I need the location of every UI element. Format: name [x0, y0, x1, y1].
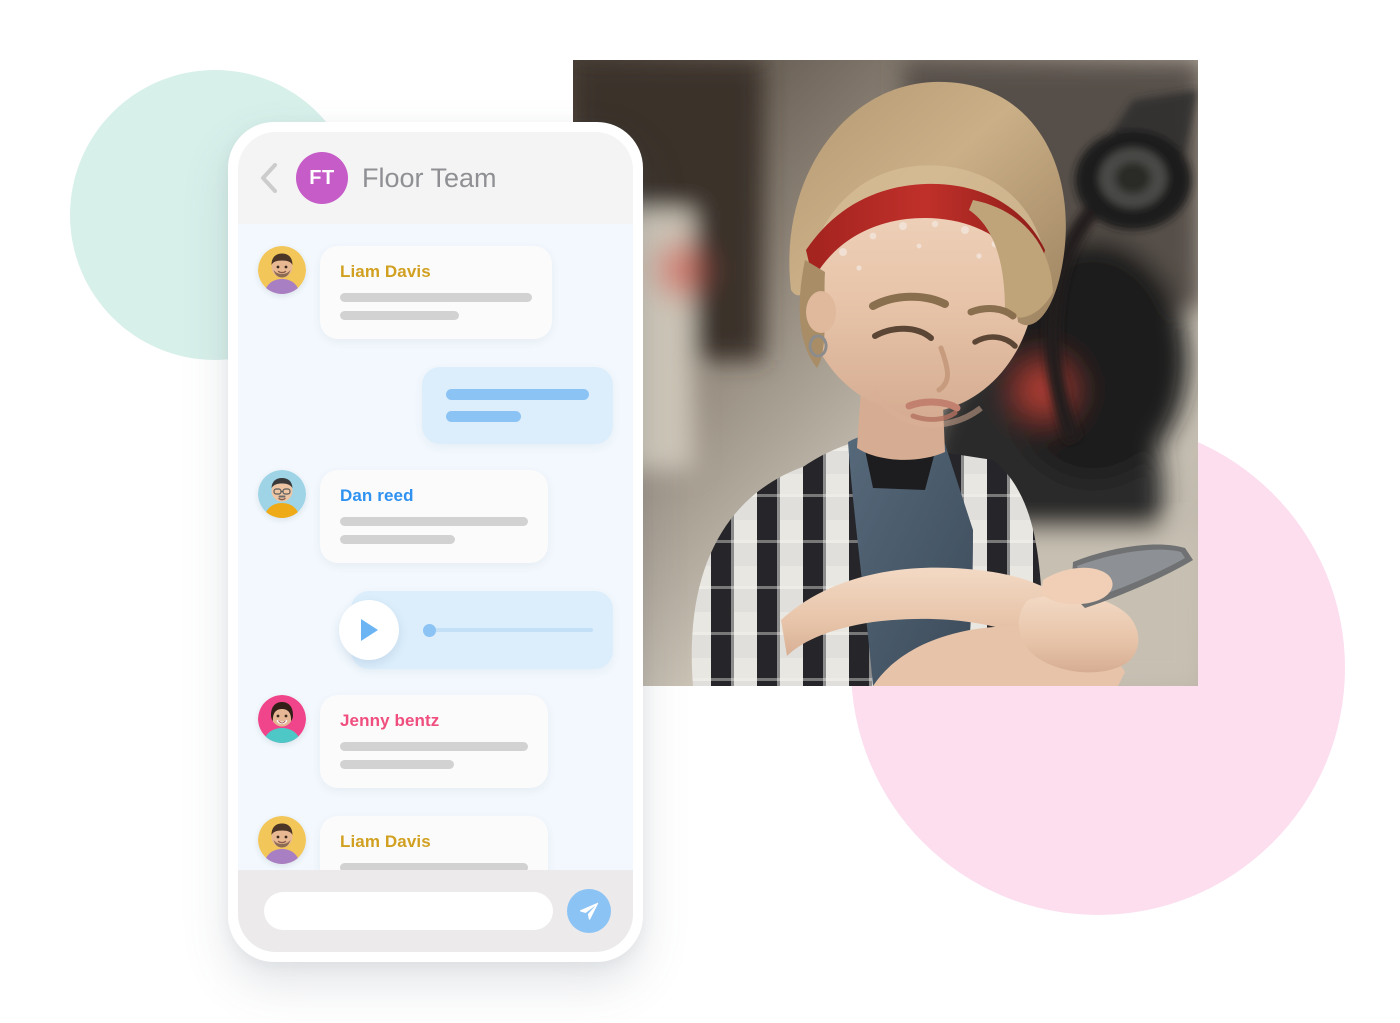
send-paper-plane-icon: [579, 902, 599, 920]
chat-title: Floor Team: [362, 162, 497, 193]
message-list[interactable]: Liam Davis Dan reed Jenny bentz Liam Dav…: [238, 224, 633, 870]
message-bubble: Liam Davis: [320, 816, 548, 870]
text-placeholder-line: [340, 742, 528, 751]
phone-screen: FT Floor Team Liam Davis Dan reed Jenny …: [238, 132, 633, 952]
play-icon[interactable]: [339, 600, 399, 660]
message-bubble: Liam Davis: [320, 246, 552, 339]
send-button[interactable]: [567, 889, 611, 933]
avatar[interactable]: [258, 470, 306, 518]
text-placeholder-line: [340, 293, 532, 302]
message-row-incoming: Jenny bentz: [258, 695, 613, 788]
phone-mockup: FT Floor Team Liam Davis Dan reed Jenny …: [228, 122, 643, 962]
text-placeholder-line: [446, 389, 589, 400]
message-row-incoming: Liam Davis: [258, 816, 613, 870]
text-placeholder-line: [340, 863, 528, 870]
text-placeholder-line: [340, 760, 454, 769]
avatar[interactable]: [258, 816, 306, 864]
audio-progress-knob[interactable]: [423, 623, 436, 637]
sender-name: Liam Davis: [340, 832, 431, 851]
message-row-audio: [258, 591, 613, 669]
audio-progress-slider[interactable]: [423, 623, 593, 637]
message-row-incoming: Liam Davis: [258, 246, 613, 339]
text-placeholder-line: [340, 535, 455, 544]
sender-name: Liam Davis: [340, 262, 431, 281]
message-input[interactable]: [264, 892, 553, 930]
sender-name: Jenny bentz: [340, 711, 440, 730]
text-placeholder-line: [340, 517, 528, 526]
avatar[interactable]: [258, 246, 306, 294]
audio-track-rail: [428, 628, 593, 632]
sender-name: Dan reed: [340, 486, 414, 505]
page-root: FT Floor Team Liam Davis Dan reed Jenny …: [0, 0, 1400, 1023]
avatar[interactable]: [258, 695, 306, 743]
group-avatar[interactable]: FT: [296, 152, 348, 204]
hero-photo: [573, 60, 1198, 686]
message-bubble: Jenny bentz: [320, 695, 548, 788]
chat-header: FT Floor Team: [238, 132, 633, 224]
text-placeholder-line: [340, 311, 459, 320]
text-placeholder-line: [446, 411, 521, 422]
message-row-incoming: Dan reed: [258, 470, 613, 563]
message-bubble-outgoing: [422, 367, 613, 444]
message-row-outgoing: [258, 367, 613, 444]
message-bubble: Dan reed: [320, 470, 548, 563]
back-chevron-icon[interactable]: [256, 161, 282, 195]
message-composer: [238, 870, 633, 952]
audio-message-bubble[interactable]: [339, 591, 613, 669]
